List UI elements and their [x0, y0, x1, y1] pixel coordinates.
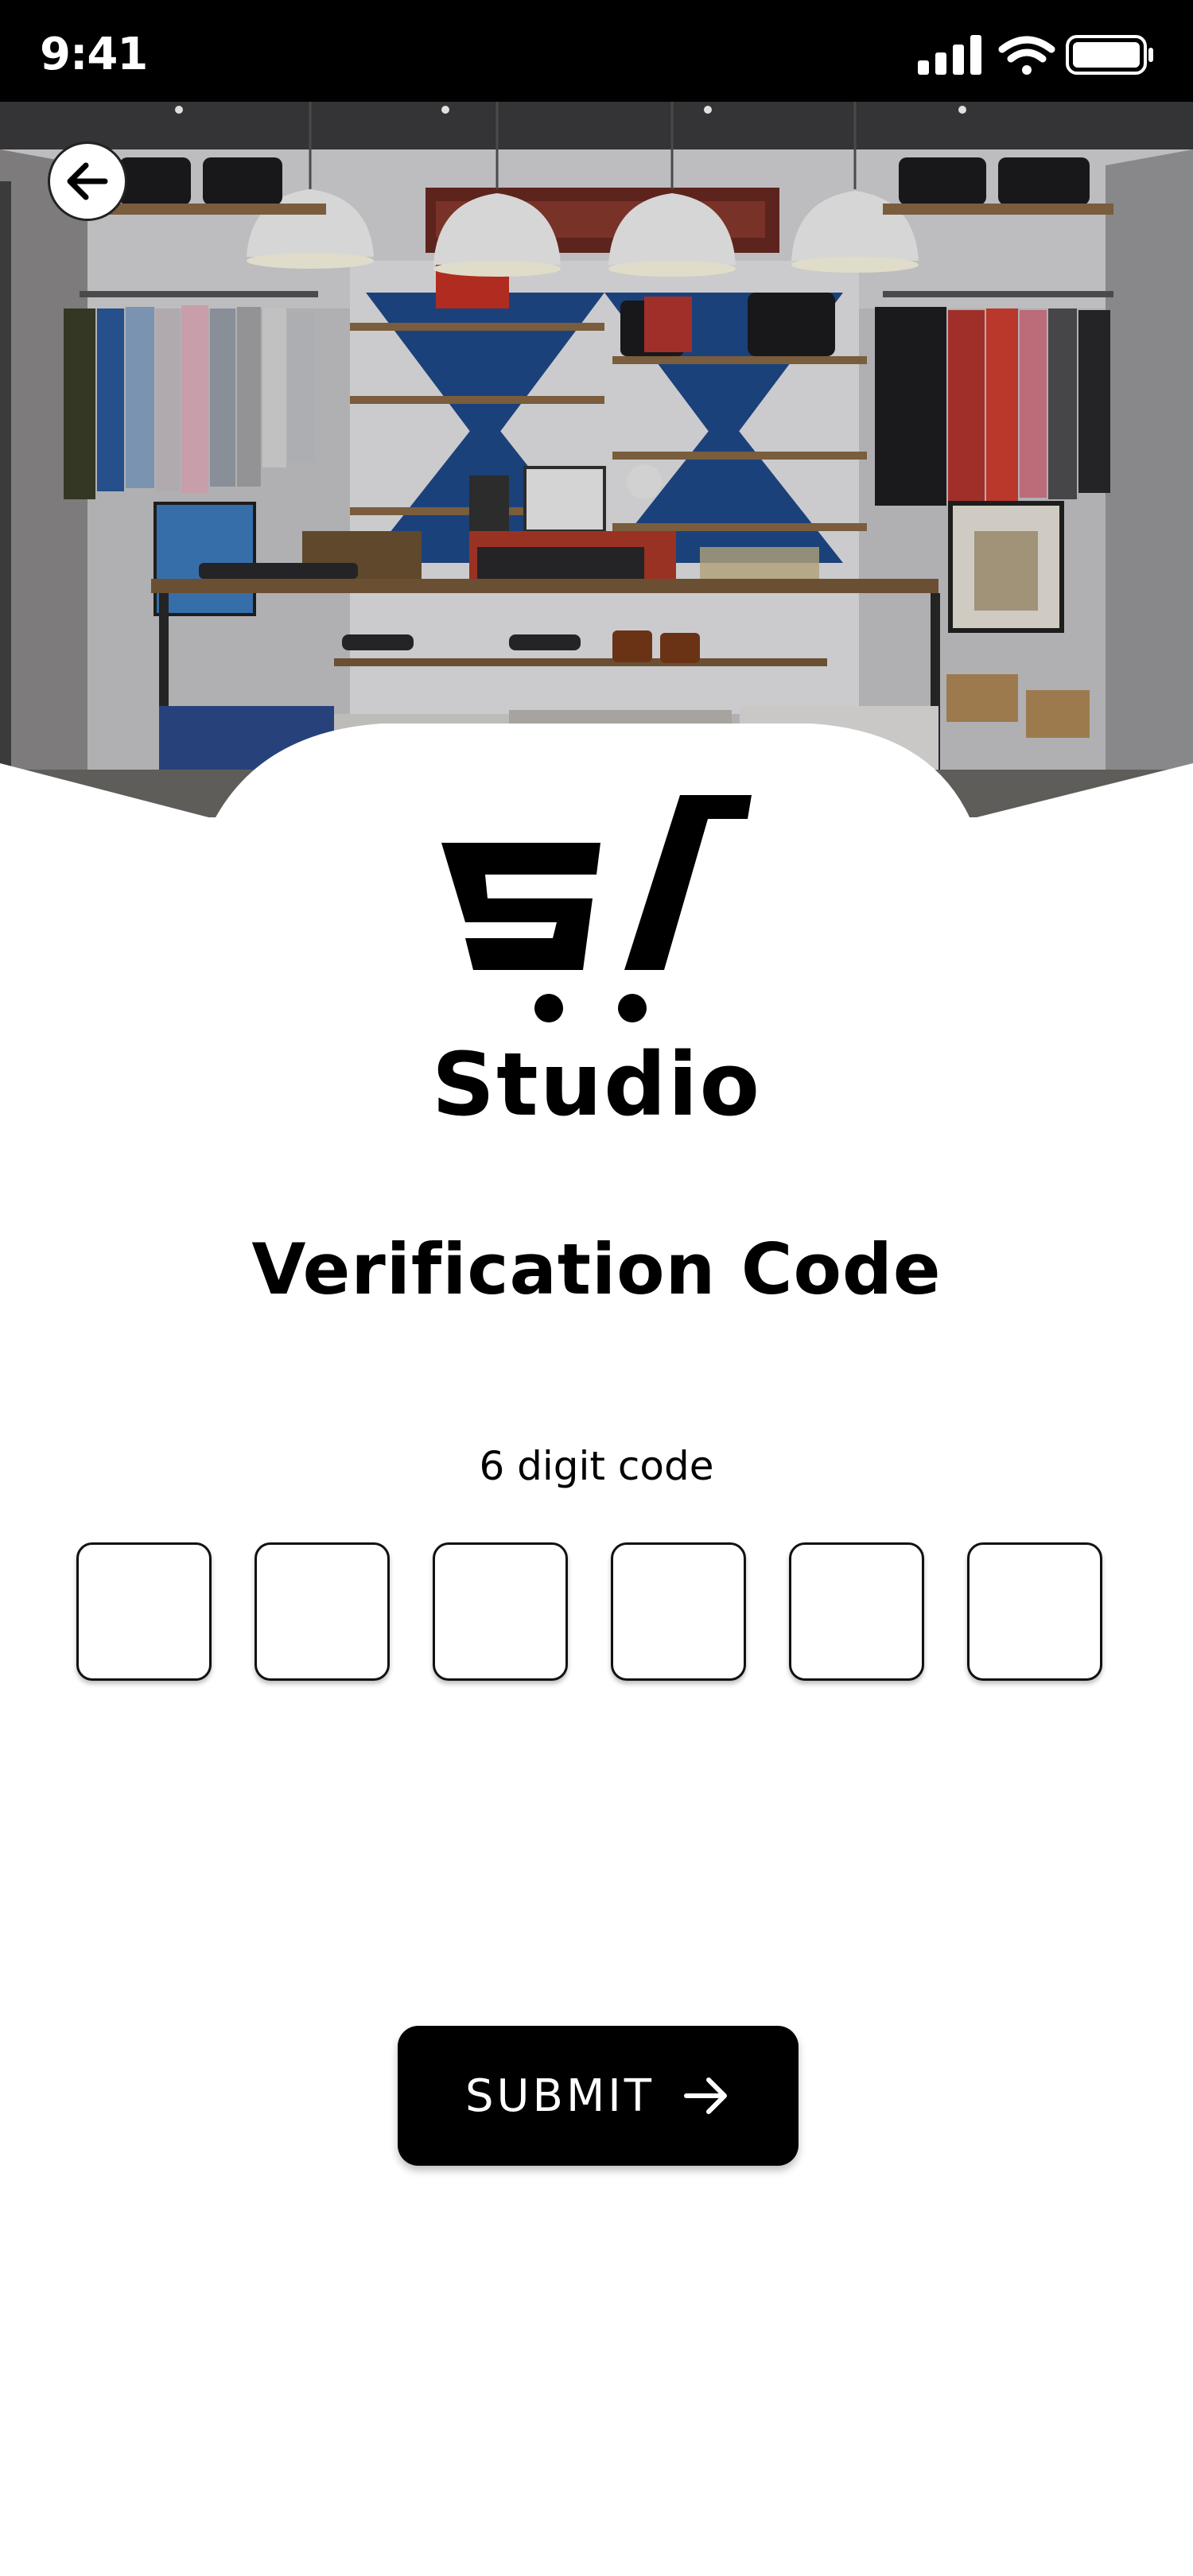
- battery-icon: [1066, 35, 1153, 75]
- submit-button[interactable]: SUBMIT: [398, 2026, 799, 2166]
- code-digit-input[interactable]: [433, 1542, 568, 1681]
- code-input-row: [76, 1542, 1104, 1682]
- status-bar: 9:41: [0, 0, 1193, 102]
- store-hero-image: [0, 102, 1193, 817]
- code-digit-input[interactable]: [789, 1542, 924, 1681]
- code-digit-input[interactable]: [611, 1542, 746, 1681]
- back-button[interactable]: [48, 142, 127, 221]
- brand-name: Studio: [431, 1034, 762, 1135]
- page-title: Verification Code: [251, 1228, 942, 1310]
- cellular-signal-icon: [918, 35, 981, 75]
- code-label: 6 digit code: [479, 1443, 714, 1489]
- arrow-left-icon: [67, 162, 108, 200]
- wifi-icon: [998, 36, 1055, 75]
- shopping-cart-logo: [441, 795, 752, 1022]
- arrow-right-icon: [683, 2074, 731, 2118]
- code-digit-input[interactable]: [76, 1542, 212, 1681]
- code-digit-input[interactable]: [967, 1542, 1102, 1681]
- submit-label: SUBMIT: [465, 2070, 655, 2122]
- code-digit-input[interactable]: [255, 1542, 390, 1681]
- status-icons: [918, 33, 1156, 78]
- status-time: 9:41: [40, 29, 148, 80]
